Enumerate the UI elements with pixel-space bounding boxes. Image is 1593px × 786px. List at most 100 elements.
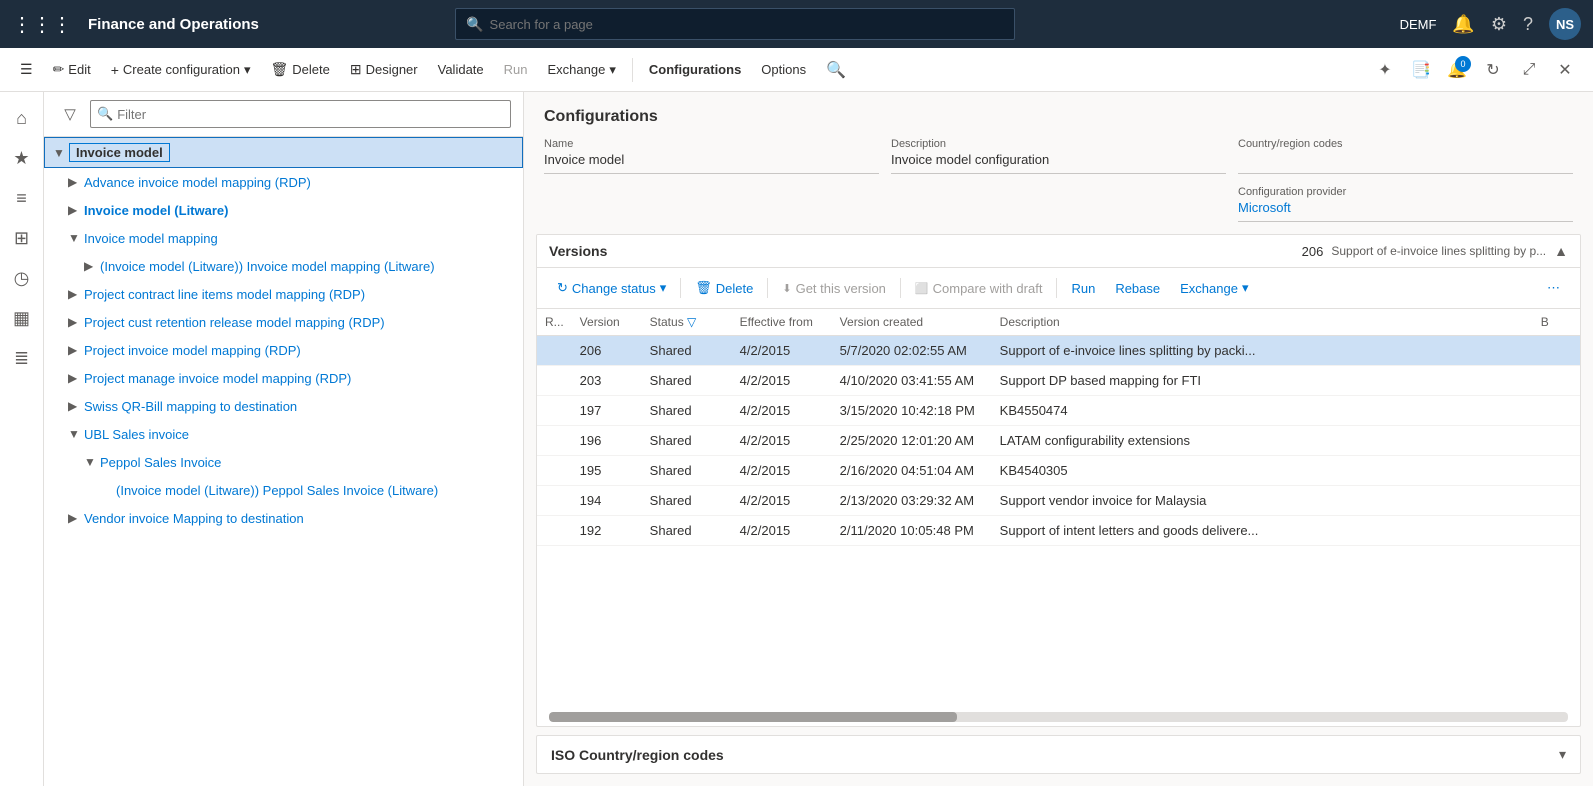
more-button[interactable]: ⋯ <box>1539 274 1568 302</box>
cmd-right-icons: ✦ 📑 🔔 0 ↻ ⤢ ✕ <box>1369 54 1581 86</box>
edit-button[interactable]: ✏ Edit <box>45 54 99 86</box>
bookmark-icon[interactable]: 📑 <box>1405 54 1437 86</box>
help-icon[interactable]: ? <box>1523 14 1533 35</box>
tree-item[interactable]: ▶Project invoice model mapping (RDP) <box>44 336 523 364</box>
table-row[interactable]: 192Shared4/2/20152/11/2020 10:05:48 PMSu… <box>537 516 1580 546</box>
table-cell-status: Shared <box>642 336 732 366</box>
th-status: Status ▽ <box>642 309 732 336</box>
v-separator-4 <box>1056 278 1057 298</box>
user-avatar[interactable]: NS <box>1549 8 1581 40</box>
run-button[interactable]: Run <box>496 54 536 86</box>
get-this-version-button[interactable]: ⬇ Get this version <box>774 274 894 302</box>
create-config-button[interactable]: + Create configuration ▾ <box>103 54 259 86</box>
tree-item[interactable]: ▼Invoice model mapping <box>44 224 523 252</box>
tree-item[interactable]: ▼Invoice model <box>44 137 523 168</box>
expand-icon: ▶ <box>68 399 84 413</box>
tree-item[interactable]: ▶(Invoice model (Litware)) Invoice model… <box>44 252 523 280</box>
search-input[interactable] <box>490 17 1005 32</box>
table-cell-versionCreated: 2/16/2020 04:51:04 AM <box>832 456 992 486</box>
tree-item[interactable]: ▼Peppol Sales Invoice <box>44 448 523 476</box>
provider-value[interactable]: Microsoft <box>1238 200 1573 222</box>
designer-button[interactable]: ⊞ Designer <box>342 54 426 86</box>
desc-value: Invoice model configuration <box>891 152 1226 174</box>
refresh-icon[interactable]: ↻ <box>1477 54 1509 86</box>
configurations-button[interactable]: Configurations <box>641 54 749 86</box>
versions-collapse-icon[interactable]: ▲ <box>1554 243 1568 259</box>
main-layout: ⌂ ★ ≡ ⊞ ◷ ▦ ≣ ▽ 🔍 ▼Invoice model▶Advance… <box>0 92 1593 786</box>
favorite-icon[interactable]: ★ <box>4 140 40 176</box>
table-cell-b <box>1533 486 1580 516</box>
personalize-icon[interactable]: ✦ <box>1369 54 1401 86</box>
table-cell-version: 197 <box>572 396 642 426</box>
tree-item[interactable]: ▼UBL Sales invoice <box>44 420 523 448</box>
tree-item-label: Peppol Sales Invoice <box>100 455 221 470</box>
table-row[interactable]: 194Shared4/2/20152/13/2020 03:29:32 AMSu… <box>537 486 1580 516</box>
table-cell-b <box>1533 426 1580 456</box>
chevron-down-icon: ▾ <box>244 62 251 78</box>
v-separator-2 <box>767 278 768 298</box>
table-cell-r <box>537 516 572 546</box>
rebase-button[interactable]: Rebase <box>1107 274 1168 302</box>
versions-run-button[interactable]: Run <box>1063 274 1103 302</box>
lines-icon[interactable]: ≣ <box>4 340 40 376</box>
tree-item[interactable]: ▶Invoice model (Litware) <box>44 196 523 224</box>
table-cell-status: Shared <box>642 456 732 486</box>
tree-item-label: (Invoice model (Litware)) Peppol Sales I… <box>116 483 438 498</box>
refresh-status-icon: ↻ <box>557 280 568 296</box>
grid-icon[interactable]: ⊞ <box>4 220 40 256</box>
recent-icon[interactable]: ◷ <box>4 260 40 296</box>
filter-input[interactable] <box>117 107 504 122</box>
table-row[interactable]: 206Shared4/2/20155/7/2020 02:02:55 AMSup… <box>537 336 1580 366</box>
expand-icon: ▶ <box>68 371 84 385</box>
notification-icon[interactable]: 🔔 <box>1452 14 1474 35</box>
search-icon: 🔍 <box>466 16 483 33</box>
desc-label: Description <box>891 138 1226 150</box>
horizontal-scrollbar[interactable] <box>549 712 1568 722</box>
tree-item[interactable]: ▶Project manage invoice model mapping (R… <box>44 364 523 392</box>
tree-item[interactable]: ▶Swiss QR-Bill mapping to destination <box>44 392 523 420</box>
exchange-button[interactable]: Exchange ▾ <box>540 54 624 86</box>
table-row[interactable]: 195Shared4/2/20152/16/2020 04:51:04 AMKB… <box>537 456 1580 486</box>
th-effective: Effective from <box>732 309 832 336</box>
table-cell-r <box>537 456 572 486</box>
expand-icon: ▼ <box>68 427 84 441</box>
table-cell-b <box>1533 396 1580 426</box>
home-icon[interactable]: ⌂ <box>4 100 40 136</box>
filter-search-icon: 🔍 <box>97 106 113 122</box>
restore-icon[interactable]: ⤢ <box>1513 54 1545 86</box>
cmd-search-button[interactable]: 🔍 <box>818 54 854 86</box>
versions-exchange-button[interactable]: Exchange ▾ <box>1172 274 1256 302</box>
hamburger-button[interactable]: ☰ <box>12 54 41 86</box>
status-filter-icon[interactable]: ▽ <box>687 315 696 329</box>
expand-icon: ▶ <box>84 259 100 273</box>
notifications-cmd-icon[interactable]: 🔔 0 <box>1441 54 1473 86</box>
tree-item[interactable]: ▶Vendor invoice Mapping to destination <box>44 504 523 532</box>
th-description: Description <box>992 309 1533 336</box>
list-icon[interactable]: ≡ <box>4 180 40 216</box>
expand-icon: ▶ <box>68 343 84 357</box>
table-row[interactable]: 197Shared4/2/20153/15/2020 10:42:18 PMKB… <box>537 396 1580 426</box>
table-cell-status: Shared <box>642 396 732 426</box>
change-status-button[interactable]: ↻ Change status ▾ <box>549 274 674 302</box>
app-grid-icon[interactable]: ⋮⋮⋮ <box>12 12 72 37</box>
table-cell-effectiveFrom: 4/2/2015 <box>732 426 832 456</box>
tree-item[interactable]: ▶Project cust retention release model ma… <box>44 308 523 336</box>
table-icon[interactable]: ▦ <box>4 300 40 336</box>
tree-item[interactable]: ▶Advance invoice model mapping (RDP) <box>44 168 523 196</box>
options-button[interactable]: Options <box>753 54 814 86</box>
user-label: DEMF <box>1400 17 1437 32</box>
close-icon[interactable]: ✕ <box>1549 54 1581 86</box>
tree-item[interactable]: (Invoice model (Litware)) Peppol Sales I… <box>44 476 523 504</box>
settings-icon[interactable]: ⚙ <box>1491 14 1507 35</box>
versions-delete-button[interactable]: 🗑 Delete <box>687 274 761 302</box>
tree-item[interactable]: ▶Project contract line items model mappi… <box>44 280 523 308</box>
table-row[interactable]: 196Shared4/2/20152/25/2020 12:01:20 AMLA… <box>537 426 1580 456</box>
table-row[interactable]: 203Shared4/2/20154/10/2020 03:41:55 AMSu… <box>537 366 1580 396</box>
iso-expand-icon[interactable]: ▾ <box>1559 746 1566 763</box>
table-cell-versionCreated: 2/11/2020 10:05:48 PM <box>832 516 992 546</box>
compare-draft-button[interactable]: ⬜ Compare with draft <box>907 274 1051 302</box>
field-description: Description Invoice model configuration <box>891 138 1226 174</box>
filter-icon-button[interactable]: ▽ <box>56 100 84 128</box>
validate-button[interactable]: Validate <box>430 54 492 86</box>
delete-button[interactable]: 🗑 Delete <box>263 54 338 86</box>
